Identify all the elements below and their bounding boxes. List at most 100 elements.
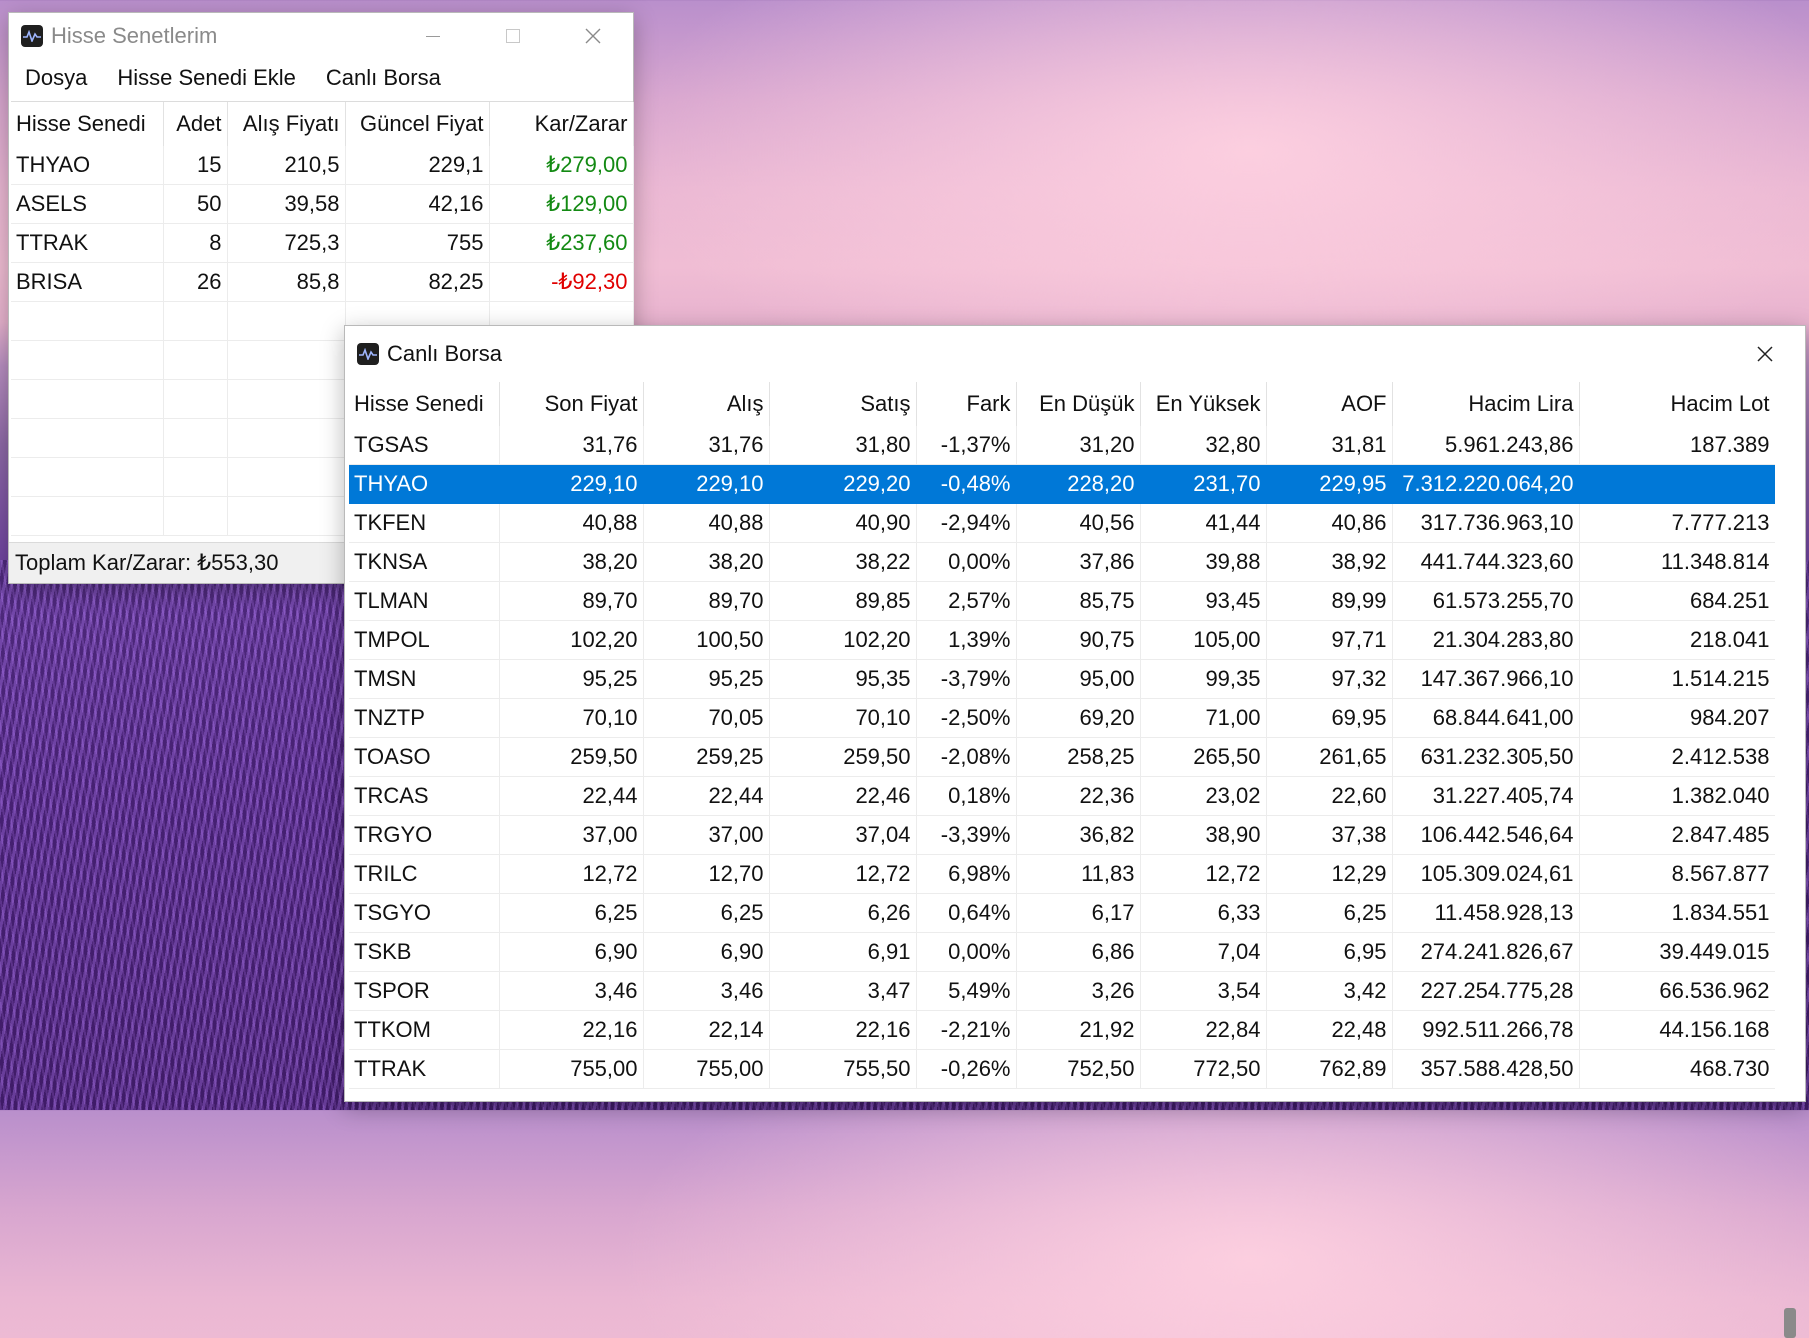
col-header-guncel-fiyat[interactable]: Güncel Fiyat [345, 102, 490, 146]
minimize-button[interactable] [393, 13, 473, 59]
col-header-alis[interactable]: Alış [643, 382, 770, 426]
portfolio-titlebar[interactable]: Hisse Senetlerim [9, 13, 633, 59]
cell-son-fiyat: 6,90 [499, 932, 644, 972]
col-header-hacim-lira[interactable]: Hacim Lira [1392, 382, 1580, 426]
col-header-hisse-senedi[interactable]: Hisse Senedi [349, 382, 500, 426]
cell-satis: 22,16 [769, 1010, 917, 1050]
cell-hisse-senedi: TSKB [349, 932, 500, 972]
cell-hisse-senedi: TKFEN [349, 503, 500, 543]
cell-en-yuksek: 7,04 [1140, 932, 1267, 972]
cell-fark: 6,98% [916, 854, 1017, 894]
cell-alis: 259,25 [643, 737, 770, 777]
cell-en-dusuk: 40,56 [1016, 503, 1141, 543]
maximize-button[interactable] [473, 13, 553, 59]
vertical-scrollbar[interactable] [1775, 710, 1805, 1338]
cell-alis: 22,14 [643, 1010, 770, 1050]
cell-satis: 22,46 [769, 776, 917, 816]
table-row[interactable]: TSKB 6,90 6,90 6,91 0,00% 6,86 7,04 6,95 274.241… [349, 932, 1775, 972]
menu-dosya[interactable]: Dosya [11, 65, 101, 91]
cell-en-dusuk: 11,83 [1016, 854, 1141, 894]
cell-current-price: 42,16 [345, 184, 490, 224]
cell-son-fiyat: 259,50 [499, 737, 644, 777]
cell-en-yuksek: 99,35 [1140, 659, 1267, 699]
table-row[interactable]: TSGYO 6,25 6,25 6,26 0,64% 6,17 6,33 6,25 11.458… [349, 893, 1775, 933]
col-header-adet[interactable]: Adet [163, 102, 228, 146]
table-row[interactable]: TMSN 95,25 95,25 95,35 -3,79% 95,00 99,35 97,32… [349, 659, 1775, 699]
empty-cell [227, 379, 346, 419]
cell-satis: 37,04 [769, 815, 917, 855]
cell-profit-loss: ₺237,60 [489, 223, 634, 263]
empty-cell [163, 418, 228, 458]
col-header-en-yuksek[interactable]: En Yüksek [1140, 382, 1267, 426]
col-header-kar-zarar[interactable]: Kar/Zarar [489, 102, 634, 146]
cell-symbol: BRISA [11, 262, 164, 302]
col-header-fark[interactable]: Fark [916, 382, 1017, 426]
table-row[interactable]: TTRAK 755,00 755,00 755,50 -0,26% 752,50 772,5… [349, 1049, 1775, 1089]
table-row[interactable]: THYAO 15 210,5 229,1 ₺279,00 [11, 146, 634, 185]
empty-cell [227, 496, 346, 536]
close-button[interactable] [1725, 326, 1805, 382]
menu-canli-borsa[interactable]: Canlı Borsa [312, 65, 455, 91]
cell-satis: 259,50 [769, 737, 917, 777]
cell-hisse-senedi: TTRAK [349, 1049, 500, 1089]
col-header-son-fiyat[interactable]: Son Fiyat [499, 382, 644, 426]
live-market-window[interactable]: Canlı Borsa Hisse Senedi Son Fiyat Alış Sat… [344, 325, 1806, 1338]
cell-symbol: ASELS [11, 184, 164, 224]
selected-table-row[interactable]: THYAO 229,10 229,10 229,20 -0,48% 228,20 231,7… [349, 464, 1775, 504]
cell-hacim-lira: 21.304.283,80 [1392, 620, 1580, 660]
table-row[interactable]: TSPOR 3,46 3,46 3,47 5,49% 3,26 3,54 3,42 227.25… [349, 971, 1775, 1011]
cell-hisse-senedi: TMPOL [349, 620, 500, 660]
cell-buy-price: 39,58 [227, 184, 346, 224]
empty-cell [11, 301, 164, 341]
cell-aof: 12,29 [1266, 854, 1393, 894]
cell-satis: 755,50 [769, 1049, 917, 1089]
cell-en-dusuk: 3,26 [1016, 971, 1141, 1011]
table-row[interactable]: TGSAS 31,76 31,76 31,80 -1,37% 31,20 32,80 31,8… [349, 426, 1775, 465]
cell-aof: 38,92 [1266, 542, 1393, 582]
empty-cell [11, 379, 164, 419]
table-row[interactable]: TKNSA 38,20 38,20 38,22 0,00% 37,86 39,88 38,92… [349, 542, 1775, 582]
empty-cell [163, 301, 228, 341]
cell-son-fiyat: 229,10 [499, 464, 644, 504]
live-table-viewport[interactable]: Hisse Senedi Son Fiyat Alış Satış Fark En Düş… [349, 382, 1775, 1101]
table-row[interactable]: TRILC 12,72 12,70 12,72 6,98% 11,83 12,72 12,29… [349, 854, 1775, 894]
cell-en-dusuk: 22,36 [1016, 776, 1141, 816]
cell-current-price: 229,1 [345, 146, 490, 185]
table-row[interactable]: TTRAK 8 725,3 755 ₺237,60 [11, 223, 634, 263]
menu-hisse-senedi-ekle[interactable]: Hisse Senedi Ekle [103, 65, 310, 91]
portfolio-menubar: Dosya Hisse Senedi Ekle Canlı Borsa [9, 59, 633, 97]
empty-cell [11, 457, 164, 497]
cell-hisse-senedi: TMSN [349, 659, 500, 699]
col-header-hacim-lot[interactable]: Hacim Lot [1579, 382, 1775, 426]
live-titlebar[interactable]: Canlı Borsa [345, 326, 1805, 382]
table-row[interactable]: BRISA 26 85,8 82,25 -₺92,30 [11, 262, 634, 302]
table-row[interactable]: TRCAS 22,44 22,44 22,46 0,18% 22,36 23,02 22,60… [349, 776, 1775, 816]
cell-hisse-senedi: TNZTP [349, 698, 500, 738]
scrollbar-thumb[interactable] [1784, 1308, 1796, 1338]
table-row[interactable]: TKFEN 40,88 40,88 40,90 -2,94% 40,56 41,44 40,8… [349, 503, 1775, 543]
empty-cell [227, 340, 346, 380]
cell-en-yuksek: 22,84 [1140, 1010, 1267, 1050]
cell-fark: -3,79% [916, 659, 1017, 699]
close-button[interactable] [553, 13, 633, 59]
cell-hacim-lot: 1.834.551 [1579, 893, 1775, 933]
col-header-en-dusuk[interactable]: En Düşük [1016, 382, 1141, 426]
col-header-satis[interactable]: Satış [769, 382, 917, 426]
table-row[interactable]: TTKOM 22,16 22,14 22,16 -2,21% 21,92 22,84 22,4… [349, 1010, 1775, 1050]
empty-cell [227, 301, 346, 341]
table-row[interactable]: TOASO 259,50 259,25 259,50 -2,08% 258,25 265,5… [349, 737, 1775, 777]
cell-hacim-lot: 7.777.213 [1579, 503, 1775, 543]
cell-hacim-lot: 984.207 [1579, 698, 1775, 738]
table-row[interactable]: TMPOL 102,20 100,50 102,20 1,39% 90,75 105,00 9… [349, 620, 1775, 660]
table-row[interactable]: TLMAN 89,70 89,70 89,85 2,57% 85,75 93,45 89,99… [349, 581, 1775, 621]
cell-en-dusuk: 21,92 [1016, 1010, 1141, 1050]
table-row[interactable]: ASELS 50 39,58 42,16 ₺129,00 [11, 184, 634, 224]
col-header-hisse-senedi[interactable]: Hisse Senedi [11, 102, 164, 146]
stock-chart-icon [21, 25, 43, 47]
col-header-alis-fiyati[interactable]: Alış Fiyatı [227, 102, 346, 146]
table-row[interactable]: TRGYO 37,00 37,00 37,04 -3,39% 36,82 38,90 37,3… [349, 815, 1775, 855]
cell-alis: 31,76 [643, 426, 770, 465]
table-row[interactable]: TNZTP 70,10 70,05 70,10 -2,50% 69,20 71,00 69,9… [349, 698, 1775, 738]
close-icon [585, 28, 601, 44]
col-header-aof[interactable]: AOF [1266, 382, 1393, 426]
